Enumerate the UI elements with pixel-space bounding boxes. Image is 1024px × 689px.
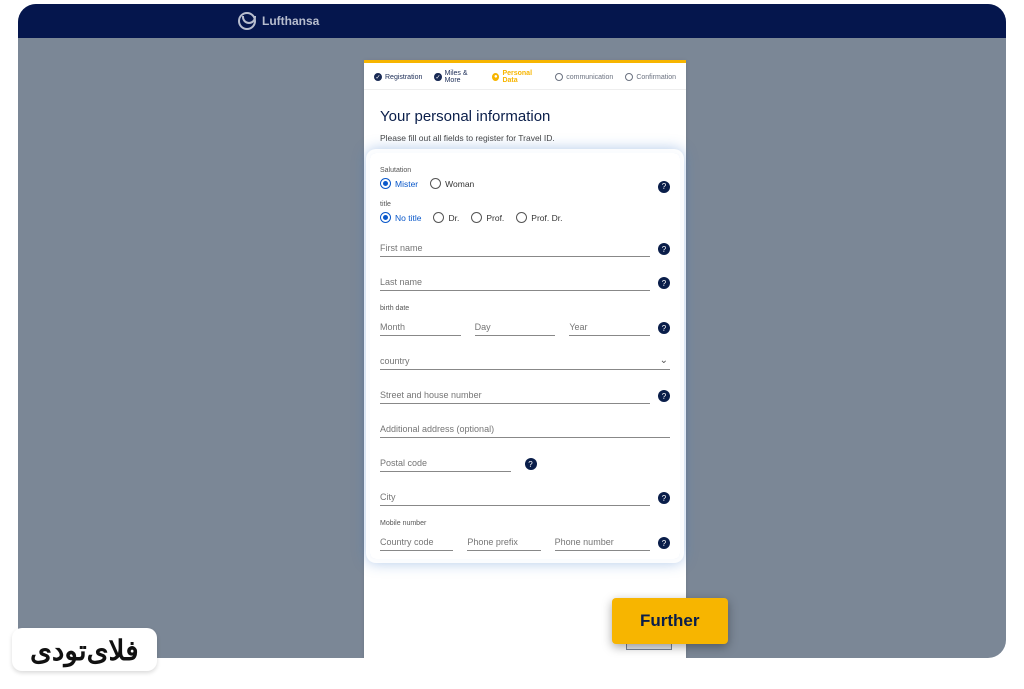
page-title: Your personal information xyxy=(380,108,670,125)
logo-icon xyxy=(238,12,256,30)
city-field[interactable] xyxy=(380,486,650,506)
radio-icon xyxy=(516,212,527,223)
title-label: title xyxy=(380,201,670,208)
country-code-field[interactable] xyxy=(380,531,453,551)
phone-number-field[interactable] xyxy=(555,531,650,551)
highlighted-form-area: Salutation Mister Woman ? title xyxy=(370,153,680,559)
help-icon[interactable]: ? xyxy=(658,243,670,255)
first-name-field[interactable] xyxy=(380,237,650,257)
radio-icon xyxy=(380,178,391,189)
watermark-logo: فلای‌تودی xyxy=(12,628,157,671)
salutation-label: Salutation xyxy=(380,167,670,174)
street-field[interactable] xyxy=(380,384,650,404)
title-group: No title Dr. Prof. Prof. Dr. xyxy=(380,212,670,223)
radio-icon xyxy=(380,212,391,223)
last-name-field[interactable] xyxy=(380,271,650,291)
radio-icon xyxy=(430,178,441,189)
help-icon[interactable]: ? xyxy=(658,181,670,193)
page-subtext: Please fill out all fields to register f… xyxy=(380,133,670,143)
radio-woman[interactable]: Woman xyxy=(430,178,474,189)
additional-address-field[interactable] xyxy=(380,418,670,438)
birth-day-field[interactable] xyxy=(475,316,556,336)
check-icon: ✓ xyxy=(374,73,382,81)
birth-year-field[interactable] xyxy=(569,316,650,336)
radio-prof[interactable]: Prof. xyxy=(471,212,504,223)
app-frame: Lufthansa ✓ Registration ✓ Miles & More … xyxy=(18,4,1006,658)
step-personal-data: ● Personal Data xyxy=(492,70,543,84)
progress-steps: ✓ Registration ✓ Miles & More ● Personal… xyxy=(364,63,686,90)
step-miles: ✓ Miles & More xyxy=(434,70,480,84)
dot-icon: ● xyxy=(492,73,499,81)
top-navbar: Lufthansa xyxy=(18,4,1006,38)
help-icon[interactable]: ? xyxy=(525,458,537,470)
circle-icon xyxy=(555,73,563,81)
phone-prefix-field[interactable] xyxy=(467,531,540,551)
birth-month-field[interactable] xyxy=(380,316,461,336)
further-button[interactable]: Further xyxy=(612,598,728,644)
salutation-group: Mister Woman xyxy=(380,178,474,189)
radio-prof-dr[interactable]: Prof. Dr. xyxy=(516,212,562,223)
birth-date-label: birth date xyxy=(380,305,670,312)
help-icon[interactable]: ? xyxy=(658,277,670,289)
postal-code-field[interactable] xyxy=(380,452,511,472)
step-registration: ✓ Registration xyxy=(374,70,422,84)
help-icon[interactable]: ? xyxy=(658,537,670,549)
registration-card: ✓ Registration ✓ Miles & More ● Personal… xyxy=(364,60,686,658)
brand-logo: Lufthansa xyxy=(238,12,319,30)
radio-no-title[interactable]: No title xyxy=(380,212,421,223)
brand-name: Lufthansa xyxy=(262,14,319,28)
radio-icon xyxy=(471,212,482,223)
radio-mister[interactable]: Mister xyxy=(380,178,418,189)
mobile-number-label: Mobile number xyxy=(380,520,670,527)
circle-icon xyxy=(625,73,633,81)
help-icon[interactable]: ? xyxy=(658,390,670,402)
help-icon[interactable]: ? xyxy=(658,492,670,504)
radio-dr[interactable]: Dr. xyxy=(433,212,459,223)
step-communication: communication xyxy=(555,70,613,84)
country-select[interactable] xyxy=(380,350,670,370)
card-body: Your personal information Please fill ou… xyxy=(364,90,686,609)
check-icon: ✓ xyxy=(434,73,441,81)
radio-icon xyxy=(433,212,444,223)
step-confirmation: Confirmation xyxy=(625,70,676,84)
help-icon[interactable]: ? xyxy=(658,322,670,334)
